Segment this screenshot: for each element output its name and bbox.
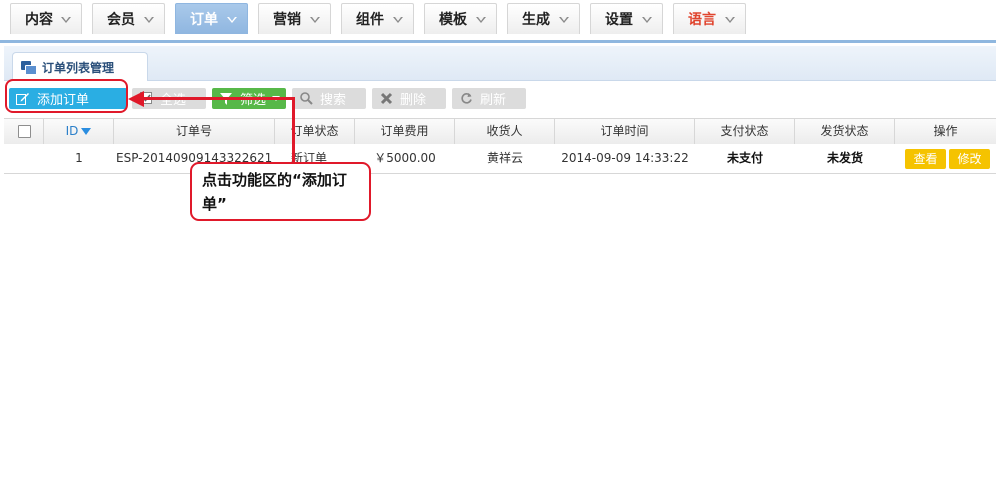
column-order-fee: 订单费用 (355, 119, 455, 144)
refresh-button[interactable]: 刷新 (452, 88, 526, 109)
refresh-icon (458, 92, 474, 106)
refresh-label: 刷新 (480, 93, 507, 108)
nav-item-components[interactable]: 组件 (341, 3, 414, 34)
tab-label: 订单列表管理 (42, 60, 115, 75)
column-header-label: 订单时间 (600, 124, 649, 138)
chevron-down-icon (642, 17, 652, 23)
cell-pay-status: 未支付 (726, 151, 763, 165)
column-header-label: 订单状态 (290, 124, 339, 138)
windows-icon (21, 61, 37, 75)
search-label: 搜索 (320, 93, 347, 108)
table-header: ID 订单号 订单状态 订单费用 收货人 订单时间 支付状态 发货状态 操作 (4, 118, 996, 145)
nav-item-marketing[interactable]: 营销 (258, 3, 331, 34)
column-receiver: 收货人 (455, 119, 555, 144)
nav-item-label: 会员 (107, 12, 135, 28)
nav-item-settings[interactable]: 设置 (590, 3, 663, 34)
column-header-label: 订单费用 (380, 124, 429, 138)
column-header-label: 支付状态 (720, 124, 769, 138)
annotation-arrow-line (292, 98, 295, 162)
nav-item-templates[interactable]: 模板 (424, 3, 497, 34)
annotation-arrow-head (128, 91, 144, 107)
nav-item-label: 模板 (439, 12, 467, 28)
column-header-label: 订单号 (175, 124, 212, 138)
tab-bar: 订单列表管理 (4, 46, 996, 81)
column-pay-status: 支付状态 (695, 119, 795, 144)
nav-item-content[interactable]: 内容 (10, 3, 82, 34)
edit-button[interactable]: 修改 (949, 149, 990, 169)
nav-item-label: 组件 (356, 12, 384, 28)
nav-item-orders[interactable]: 订单 (175, 3, 248, 34)
cell-id: 1 (75, 151, 83, 165)
nav-item-label: 营销 (273, 12, 301, 28)
top-nav: 内容 会员 订单 营销 组件 模板 生成 设置 语言 (0, 0, 996, 43)
delete-label: 删除 (400, 93, 427, 108)
search-icon (298, 92, 314, 106)
column-ship-status: 发货状态 (795, 119, 895, 144)
view-button[interactable]: 查看 (905, 149, 946, 169)
chevron-down-icon (144, 17, 154, 23)
nav-item-member[interactable]: 会员 (92, 3, 165, 34)
column-actions: 操作 (895, 119, 996, 144)
highlight-box (5, 79, 128, 113)
chevron-down-icon (725, 17, 735, 23)
nav-item-label: 语言 (688, 12, 716, 28)
column-header-label: ID (65, 124, 79, 138)
column-header-label: 收货人 (486, 124, 523, 138)
sort-desc-icon (81, 128, 92, 135)
annotation-callout: 点击功能区的“添加订单” (190, 162, 371, 221)
nav-item-label: 订单 (190, 12, 218, 28)
nav-item-label: 生成 (522, 12, 550, 28)
delete-button[interactable]: 删除 (372, 88, 446, 109)
chevron-down-icon (476, 17, 486, 23)
cell-order-time: 2014-09-09 14:33:22 (561, 151, 689, 165)
annotation-arrow-line (141, 97, 295, 100)
table-row[interactable]: 1 ESP-20140909143322621 新订单 ￥5000.00 黄祥云… (4, 144, 996, 174)
chevron-down-icon (227, 17, 237, 23)
column-order-time: 订单时间 (555, 119, 695, 144)
chevron-down-icon (393, 17, 403, 23)
column-header-label: 发货状态 (820, 124, 869, 138)
chevron-down-icon (310, 17, 320, 23)
nav-item-label: 设置 (605, 12, 633, 28)
select-all-checkbox[interactable] (18, 125, 31, 138)
column-id[interactable]: ID (44, 119, 114, 144)
select-all-column (4, 119, 44, 144)
cell-receiver: 黄祥云 (486, 151, 523, 165)
close-icon (378, 92, 394, 106)
column-header-label: 操作 (933, 124, 958, 138)
nav-item-label: 内容 (25, 12, 53, 28)
column-order-no: 订单号 (114, 119, 275, 144)
search-button[interactable]: 搜索 (292, 88, 366, 109)
cell-ship-status: 未发货 (826, 151, 863, 165)
nav-item-generate[interactable]: 生成 (507, 3, 580, 34)
chevron-down-icon (61, 17, 71, 23)
column-order-status: 订单状态 (275, 119, 355, 144)
nav-item-language[interactable]: 语言 (673, 3, 746, 34)
tab-order-list[interactable]: 订单列表管理 (12, 52, 148, 81)
chevron-down-icon (559, 17, 569, 23)
